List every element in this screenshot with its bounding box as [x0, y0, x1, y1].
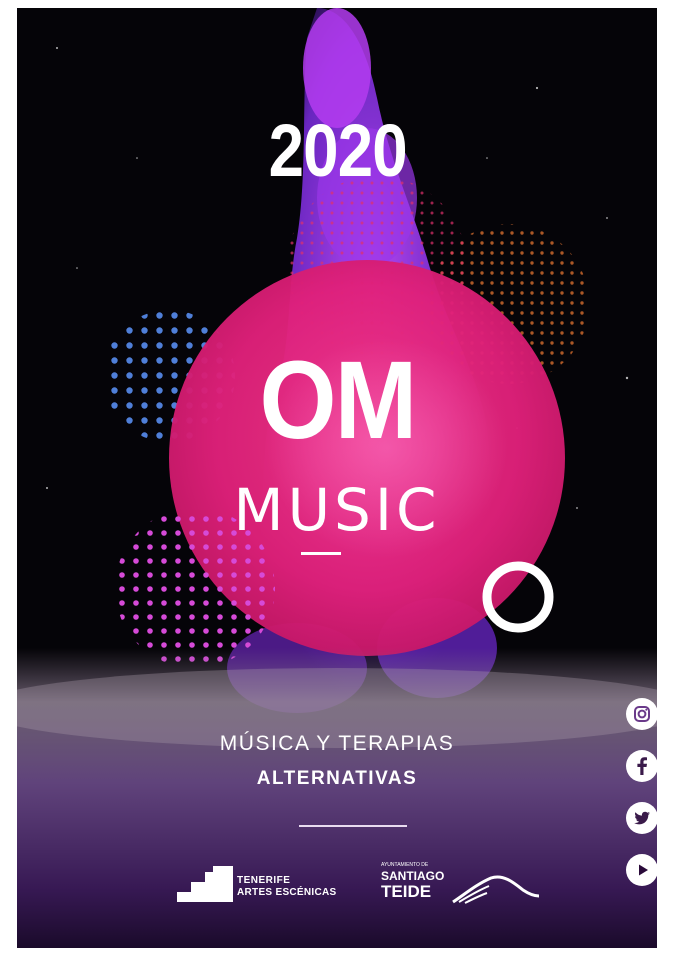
title-music: MUSIC: [233, 476, 441, 544]
youtube-icon: [639, 864, 648, 876]
event-year: 2020: [268, 109, 408, 192]
tenerife-artes-escenicas-logo: TENERIFE ARTES ESCÉNICAS: [177, 866, 347, 906]
teide-label: TEIDE: [381, 882, 432, 901]
tagline-line1: MÚSICA Y TERAPIAS: [219, 732, 455, 755]
twitter-button[interactable]: [626, 802, 657, 834]
instagram-button[interactable]: [626, 698, 657, 730]
facebook-icon: [637, 757, 647, 775]
divider-line: [299, 825, 407, 827]
mountain-logo-icon: [452, 875, 540, 904]
facebook-button[interactable]: [626, 750, 657, 782]
tagline-line2: ALTERNATIVAS: [256, 768, 418, 789]
twitter-icon: [634, 811, 650, 825]
tenerife-label: TENERIFE: [237, 875, 291, 886]
ayuntamiento-label: AYUNTAMIENTO DE: [381, 862, 429, 868]
instagram-icon: [634, 706, 650, 722]
youtube-button[interactable]: [626, 854, 657, 886]
music-underline-accent: [301, 552, 341, 555]
santiago-del-teide-logo: AYUNTAMIENTO DE SANTIAGO TEIDE: [379, 860, 549, 910]
steps-logo-icon: [177, 866, 233, 902]
title-om: OM: [259, 339, 418, 462]
event-poster: 2020 OM MUSIC MÚSICA Y TERAPIAS ALTERNAT…: [17, 8, 657, 948]
artes-escenicas-label: ARTES ESCÉNICAS: [237, 887, 337, 898]
